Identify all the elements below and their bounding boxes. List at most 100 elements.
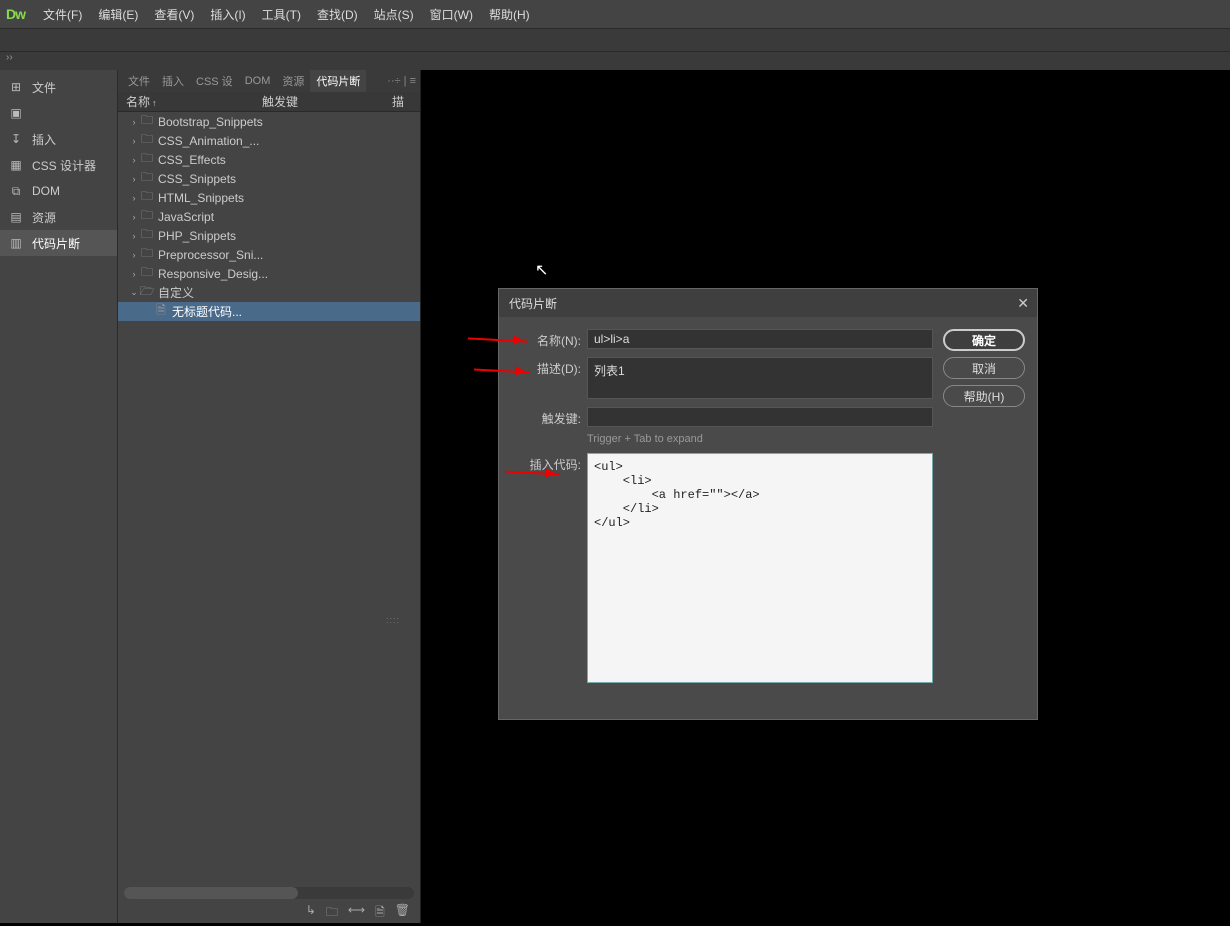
app-logo: Dw [6,6,25,22]
tree-folder[interactable]: ›🗀Responsive_Desig... [118,264,420,283]
tree-label: Bootstrap_Snippets [158,115,263,129]
folder-icon: 🗀 [140,112,154,132]
tab-css[interactable]: CSS 设 [190,70,239,92]
rail-snippets[interactable]: ▥代码片断 [0,230,117,256]
resources-icon: ▤ [8,210,24,224]
dialog-form: 名称(N): 描述(D): 触发键: Trigger + Tab to expa… [511,329,933,707]
delete-icon[interactable]: 🗑 [395,903,410,924]
header-trigger[interactable]: 触发键 [258,93,392,110]
snippets-icon: ▥ [8,236,24,250]
header-desc[interactable]: 描 [392,93,420,110]
twisty-icon[interactable]: › [128,269,140,279]
dialog-title: 代码片断 [509,295,557,312]
new-folder-icon[interactable]: 🗀 [326,903,338,924]
tree-label: 自定义 [158,284,194,301]
folder-icon: 🗀 [140,206,154,227]
folder-icon: 🗀 [140,187,154,208]
help-button[interactable]: 帮助(H) [943,385,1025,407]
twisty-icon[interactable]: › [128,193,140,203]
rail-label: DOM [32,184,60,198]
twisty-icon[interactable]: › [128,212,140,222]
menu-view[interactable]: 查看(V) [146,0,202,28]
rail-dom[interactable]: ⧉DOM [0,178,117,204]
tree-folder[interactable]: ›🗀JavaScript [118,207,420,226]
twisty-icon[interactable]: › [128,250,140,260]
menu-edit[interactable]: 编辑(E) [90,0,146,28]
twisty-icon[interactable]: › [128,117,140,127]
menu-insert[interactable]: 插入(I) [202,0,253,28]
menu-site[interactable]: 站点(S) [366,0,422,28]
label-desc: 描述(D): [511,357,581,399]
menu-help[interactable]: 帮助(H) [481,0,538,28]
rail-assets-icon-only[interactable]: ▣ [0,100,117,126]
insert-icon: ↧ [8,132,24,146]
twisty-icon[interactable]: › [128,174,140,184]
label-name: 名称(N): [511,329,581,349]
sort-asc-icon: ↑ [152,98,157,108]
tree-folder[interactable]: ⌄🗁自定义 [118,283,420,302]
dialog-titlebar[interactable]: 代码片断 ✕ [499,289,1037,317]
folder-icon: 🗀 [140,149,154,170]
label-insert-code: 插入代码: [511,453,581,683]
toolbar-strip [0,28,1230,52]
file-icon: 🗎 [154,301,168,322]
insert-action-icon[interactable]: ↳ [306,903,316,924]
tab-dom[interactable]: DOM [239,70,277,92]
trigger-hint: Trigger + Tab to expand [587,433,933,445]
twisty-icon[interactable]: ⌄ [128,287,140,298]
tab-files[interactable]: 文件 [122,70,156,92]
trigger-field[interactable] [587,407,933,427]
tree-label: 无标题代码... [172,303,242,320]
tree-folder[interactable]: ›🗀Preprocessor_Sni... [118,245,420,264]
tree-folder[interactable]: ›🗀CSS_Snippets [118,169,420,188]
column-headers: 名称↑ 触发键 描 [118,92,420,112]
close-icon[interactable]: ✕ [1017,295,1029,312]
panel-menu-icon[interactable]: ··÷ | ≡ [387,75,416,87]
tree-folder[interactable]: ›🗀HTML_Snippets [118,188,420,207]
folder-icon: 🗀 [140,263,154,284]
ok-button[interactable]: 确定 [943,329,1025,351]
snippet-tree: ›🗀Bootstrap_Snippets›🗀CSS_Animation_...›… [118,112,420,883]
snippet-dialog: 代码片断 ✕ 名称(N): 描述(D): 触发键: Trigger + Tab … [498,288,1038,720]
files-icon: ⊞ [8,80,24,94]
code-field[interactable] [587,453,933,683]
css-icon: ▦ [8,158,24,172]
rail-resources[interactable]: ▤资源 [0,204,117,230]
twisty-icon[interactable]: › [128,231,140,241]
menu-window[interactable]: 窗口(W) [422,0,481,28]
rail-insert[interactable]: ↧插入 [0,126,117,152]
tree-folder[interactable]: ›🗀PHP_Snippets [118,226,420,245]
rail-files[interactable]: ⊞ 文件 [0,74,117,100]
name-field[interactable] [587,329,933,349]
panel-bottom: ↳ 🗀 ⟷ 🗎 🗑 [118,883,420,923]
tab-snippets[interactable]: 代码片断 [310,70,366,92]
rail-label: CSS 设计器 [32,157,96,174]
image-icon: ▣ [8,106,24,120]
menu-tools[interactable]: 工具(T) [254,0,309,28]
tree-folder[interactable]: ›🗀 Bootstrap_Snippets [118,112,420,131]
folder-icon: 🗀 [140,130,154,151]
resize-grip-icon[interactable]: :::: [386,615,400,625]
rail-label: 文件 [32,79,56,96]
menu-find[interactable]: 查找(D) [309,0,366,28]
tree-label: CSS_Effects [158,153,226,167]
tree-label: CSS_Animation_... [158,134,259,148]
twisty-icon[interactable]: › [128,136,140,146]
horizontal-scrollbar[interactable] [124,887,414,899]
expand-handle[interactable]: ›› [0,52,1230,70]
menubar: Dw 文件(F) 编辑(E) 查看(V) 插入(I) 工具(T) 查找(D) 站… [0,0,1230,28]
cancel-button[interactable]: 取消 [943,357,1025,379]
new-snippet-icon[interactable]: 🗎 [375,903,385,924]
description-field[interactable] [587,357,933,399]
rail-css-designer[interactable]: ▦ CSS 设计器 [0,152,117,178]
tree-folder[interactable]: ›🗀 CSS_Effects [118,150,420,169]
tab-insert[interactable]: 插入 [156,70,190,92]
tree-file[interactable]: 🗎无标题代码... [118,302,420,321]
tab-resources[interactable]: 资源 [276,70,310,92]
menu-file[interactable]: 文件(F) [35,0,90,28]
tree-folder[interactable]: ›🗀 CSS_Animation_... [118,131,420,150]
header-name[interactable]: 名称 [126,95,150,109]
link-icon[interactable]: ⟷ [348,903,365,924]
dialog-body: 名称(N): 描述(D): 触发键: Trigger + Tab to expa… [499,317,1037,719]
twisty-icon[interactable]: › [128,155,140,165]
